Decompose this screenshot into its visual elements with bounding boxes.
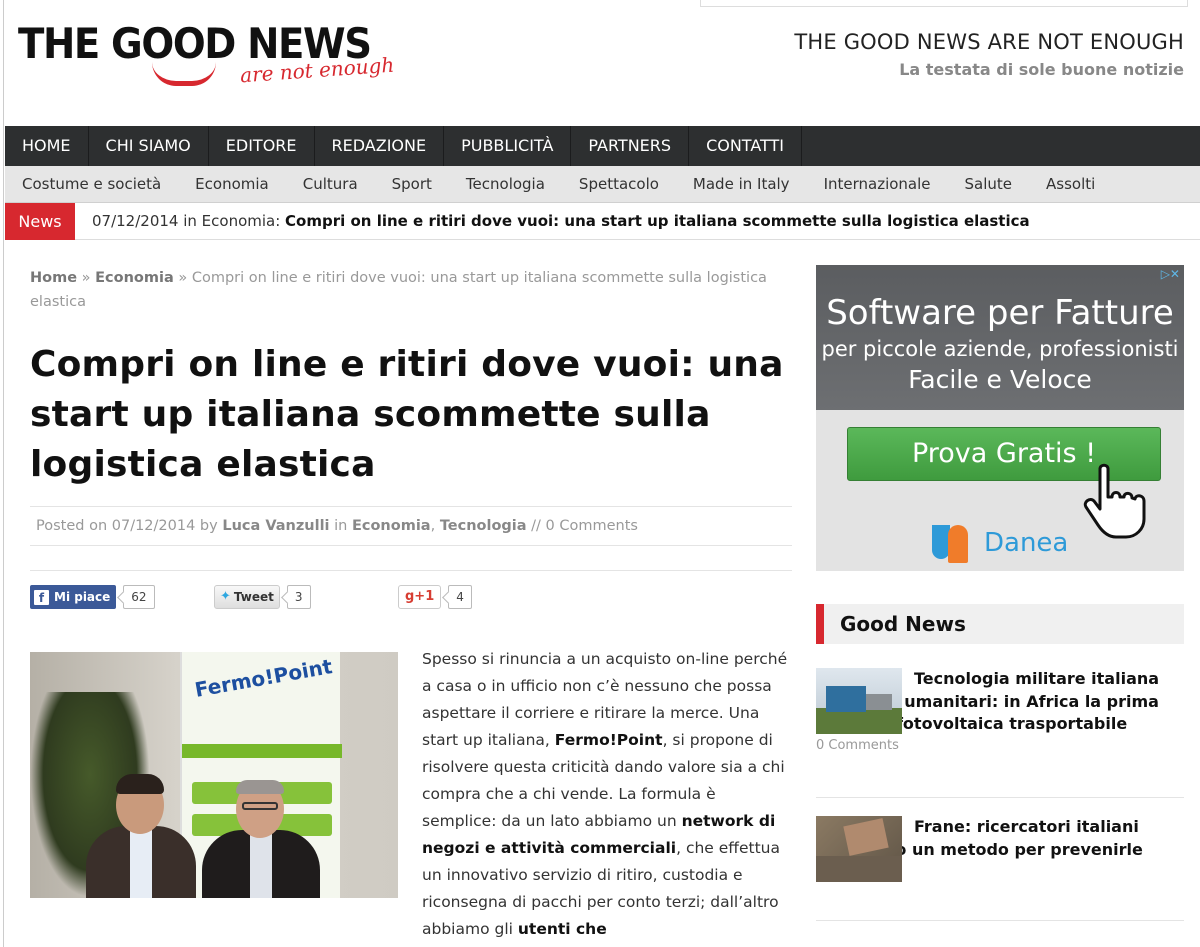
person-right bbox=[202, 780, 320, 898]
pointer-hand-icon bbox=[1083, 463, 1146, 539]
category-link-economia[interactable]: Economia bbox=[352, 518, 431, 534]
gplus-share: g+1 4 bbox=[398, 585, 472, 609]
facebook-share: f Mi piace 62 bbox=[30, 585, 155, 609]
cat-spettacolo[interactable]: Spettacolo bbox=[562, 166, 676, 202]
adchoices-icon[interactable]: ▷✕ bbox=[1161, 267, 1180, 281]
news-comments[interactable]: 0 Comments bbox=[816, 738, 1186, 753]
author-link[interactable]: Luca Vanzulli bbox=[222, 518, 329, 534]
facebook-like-button[interactable]: f Mi piace bbox=[30, 585, 117, 609]
nav-redazione[interactable]: REDAZIONE bbox=[315, 126, 445, 166]
ticker-headline[interactable]: Compri on line e ritiri dove vuoi: una s… bbox=[285, 212, 1030, 230]
facebook-icon: f bbox=[34, 589, 49, 605]
danea-logo-icon bbox=[930, 521, 974, 565]
cat-costume-e-societa[interactable]: Costume e società bbox=[5, 166, 178, 202]
tagline-main: THE GOOD NEWS ARE NOT ENOUGH bbox=[794, 30, 1184, 54]
main-navigation: HOME CHI SIAMO EDITORE REDAZIONE PUBBLIC… bbox=[5, 126, 1200, 166]
glasses bbox=[242, 802, 278, 810]
nav-home[interactable]: HOME bbox=[5, 126, 89, 166]
tweet-count: 3 bbox=[286, 585, 311, 609]
article-body: Spesso si rinuncia a un acquisto on-line… bbox=[422, 650, 788, 938]
facebook-like-count: 62 bbox=[123, 585, 155, 609]
ad-subline: per piccole aziende, professionisti bbox=[821, 337, 1179, 361]
comments-link[interactable]: // 0 Comments bbox=[527, 518, 638, 534]
site-logo[interactable]: THE GOOD NEWS are not enough bbox=[18, 22, 395, 92]
cat-tecnologia[interactable]: Tecnologia bbox=[449, 166, 562, 202]
nav-contatti[interactable]: CONTATTI bbox=[689, 126, 803, 166]
share-bar: f Mi piace 62 ✦ Tweet 3 g+1 4 bbox=[30, 585, 790, 611]
page-left-border bbox=[3, 0, 4, 947]
breadcrumb: Home » Economia » Compri on line e ritir… bbox=[30, 270, 767, 310]
widget-title: Good News bbox=[840, 612, 966, 636]
sidebar-news-item[interactable]: Frane: ricercatori italiani inventano un… bbox=[816, 816, 1186, 882]
sidebar-news-item[interactable]: Tecnologia militare italiana per scopi u… bbox=[816, 668, 1186, 753]
ad-tagline: Facile e Veloce bbox=[908, 365, 1092, 394]
google-plus-button[interactable]: g+1 bbox=[398, 585, 442, 609]
ad-brand-name: Danea bbox=[984, 528, 1069, 558]
twitter-bird-icon: ✦ bbox=[220, 589, 231, 604]
ticker-date: 07/12/2014 in Economia: bbox=[92, 212, 286, 230]
news-thumbnail[interactable] bbox=[816, 668, 902, 734]
breadcrumb-home[interactable]: Home bbox=[30, 270, 77, 286]
tweet-button[interactable]: ✦ Tweet bbox=[214, 585, 280, 609]
twitter-share: ✦ Tweet 3 bbox=[214, 585, 311, 609]
cat-sport[interactable]: Sport bbox=[375, 166, 449, 202]
sidebar-advertisement[interactable]: ▷✕ Software per Fatture per piccole azie… bbox=[816, 265, 1184, 571]
news-thumbnail[interactable] bbox=[816, 816, 902, 882]
cat-made-in-italy[interactable]: Made in Italy bbox=[676, 166, 807, 202]
site-tagline: THE GOOD NEWS ARE NOT ENOUGH La testata … bbox=[794, 30, 1184, 79]
cat-salute[interactable]: Salute bbox=[948, 166, 1030, 202]
category-link-tecnologia[interactable]: Tecnologia bbox=[440, 518, 527, 534]
person-left bbox=[86, 774, 196, 898]
cat-cultura[interactable]: Cultura bbox=[286, 166, 375, 202]
ad-brand: Danea bbox=[930, 521, 1068, 565]
nav-pubblicita[interactable]: PUBBLICITÀ bbox=[444, 126, 572, 166]
cat-assolti[interactable]: Assolti bbox=[1029, 166, 1112, 202]
divider bbox=[30, 570, 792, 571]
nav-partners[interactable]: PARTNERS bbox=[571, 126, 690, 166]
article-photo[interactable]: Fermo!Point bbox=[30, 652, 398, 898]
tagline-sub: La testata di sole buone notizie bbox=[899, 60, 1184, 79]
nav-editore[interactable]: EDITORE bbox=[209, 126, 315, 166]
news-ticker: News 07/12/2014 in Economia: Compri on l… bbox=[5, 202, 1200, 240]
good-news-widget-header: Good News bbox=[816, 604, 1184, 644]
divider bbox=[816, 920, 1184, 921]
breadcrumb-category[interactable]: Economia bbox=[95, 270, 174, 286]
poster-brand: Fermo!Point bbox=[192, 654, 335, 702]
nav-chi-siamo[interactable]: CHI SIAMO bbox=[89, 126, 209, 166]
cat-economia[interactable]: Economia bbox=[178, 166, 286, 202]
category-navigation: Costume e società Economia Cultura Sport… bbox=[5, 166, 1200, 203]
ticker-item[interactable]: 07/12/2014 in Economia: Compri on line e… bbox=[92, 212, 1030, 230]
ticker-label: News bbox=[5, 202, 75, 240]
cat-internazionale[interactable]: Internazionale bbox=[807, 166, 948, 202]
divider bbox=[816, 797, 1184, 798]
logo-smile-icon bbox=[152, 62, 216, 86]
ad-headline: Software per Fatture bbox=[826, 293, 1174, 333]
google-plus-count: 4 bbox=[448, 585, 472, 609]
top-edge-border bbox=[700, 0, 1188, 7]
article-meta: Posted on 07/12/2014 by Luca Vanzulli in… bbox=[30, 506, 792, 546]
article-title: Compri on line e ritiri dove vuoi: una s… bbox=[30, 344, 784, 485]
